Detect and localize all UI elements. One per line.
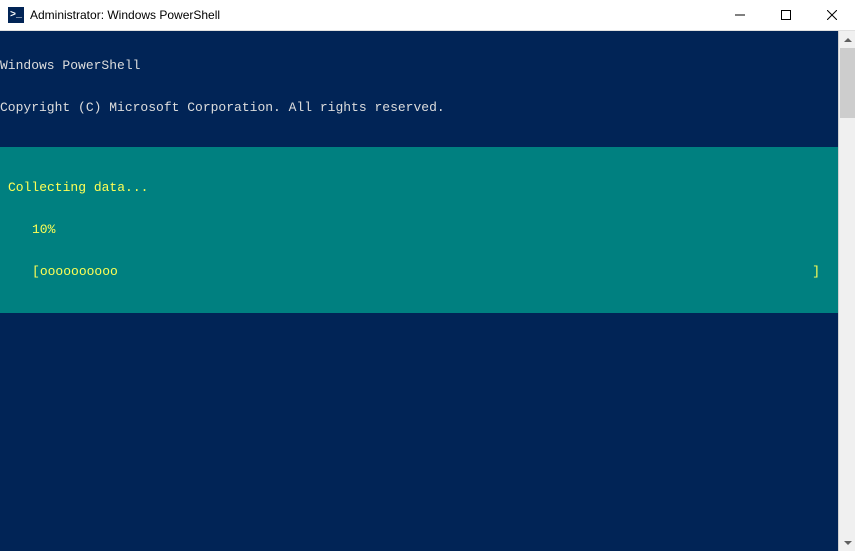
powershell-icon: >_: [8, 7, 24, 23]
minimize-button[interactable]: [717, 0, 763, 30]
window-title: Administrator: Windows PowerShell: [30, 8, 717, 22]
progress-band: Collecting data... 10% [oooooooooo ]: [0, 147, 838, 313]
close-button[interactable]: [809, 0, 855, 30]
progress-percent: 10%: [0, 223, 838, 237]
titlebar[interactable]: >_ Administrator: Windows PowerShell: [0, 0, 855, 31]
progress-bar-left: [oooooooooo: [32, 265, 118, 279]
scroll-down-arrow-icon[interactable]: [839, 534, 855, 551]
progress-bar: [oooooooooo ]: [0, 265, 820, 279]
maximize-button[interactable]: [763, 0, 809, 30]
scrollbar-thumb[interactable]: [840, 48, 855, 118]
scroll-up-arrow-icon[interactable]: [839, 31, 855, 48]
console-banner-line1: Windows PowerShell: [0, 59, 838, 73]
console-area[interactable]: Windows PowerShell Copyright (C) Microso…: [0, 31, 838, 551]
progress-status: Collecting data...: [0, 181, 838, 195]
progress-bar-close: ]: [812, 265, 820, 279]
window-body: Windows PowerShell Copyright (C) Microso…: [0, 31, 855, 551]
window-controls: [717, 0, 855, 30]
console-banner-line2: Copyright (C) Microsoft Corporation. All…: [0, 101, 838, 115]
vertical-scrollbar[interactable]: [838, 31, 855, 551]
